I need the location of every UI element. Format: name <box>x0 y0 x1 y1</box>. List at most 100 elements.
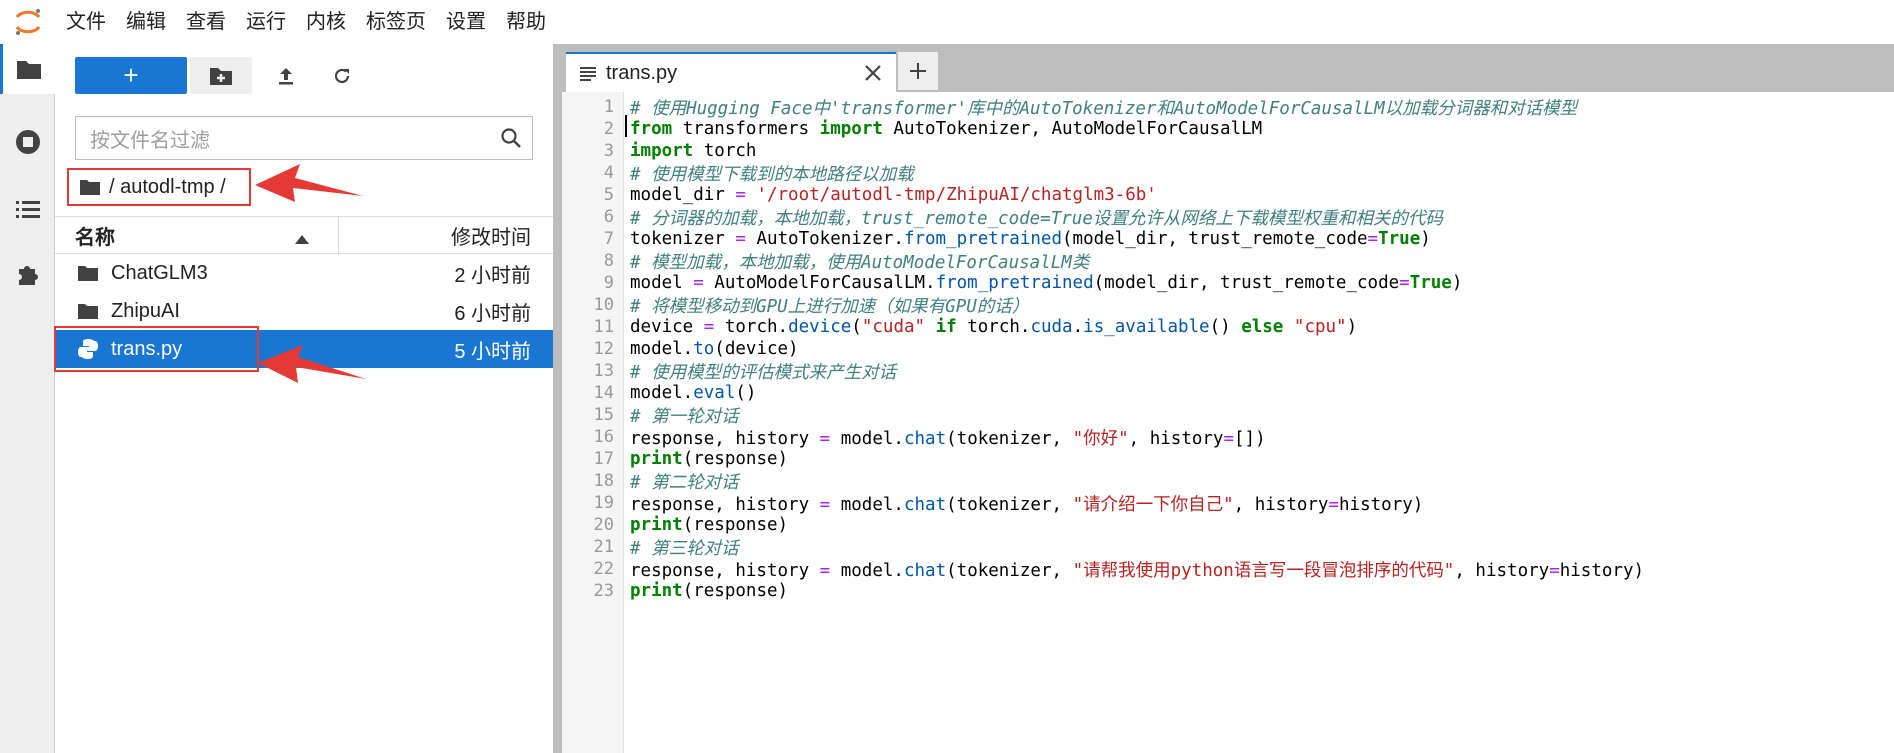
code-line[interactable]: 17 print(response) <box>562 448 1894 470</box>
file-list-header: 名称 修改时间 <box>55 216 553 255</box>
file-filter-input[interactable]: 按文件名过滤 <box>75 116 533 160</box>
code-line[interactable]: 14 model.eval() <box>562 382 1894 404</box>
code-text: response, history = model.chat(tokenizer… <box>630 494 1424 515</box>
tab-label: trans.py <box>606 61 678 84</box>
code-text: print(response) <box>630 449 789 469</box>
line-number: 22 <box>593 559 614 579</box>
line-number: 4 <box>603 163 614 183</box>
code-line[interactable]: 10 # 将模型移动到GPU上进行加速（如果有GPU的话） <box>562 294 1894 317</box>
line-number: 8 <box>603 251 614 271</box>
code-line[interactable]: 8 # 模型加载，本地加载，使用AutoModelForCausalLM类 <box>562 250 1894 273</box>
code-line[interactable]: 21 # 第三轮对话 <box>562 536 1894 559</box>
menu-bar: 文件 编辑 查看 运行 内核 标签页 设置 帮助 <box>0 0 1894 44</box>
code-line[interactable]: 9 model = AutoModelForCausalLM.from_pretr… <box>562 272 1894 294</box>
text-cursor <box>625 115 627 137</box>
toc-icon[interactable] <box>0 184 55 234</box>
line-number: 18 <box>593 471 614 491</box>
code-text: model = AutoModelForCausalLM.from_pretra… <box>630 273 1463 293</box>
menu-file[interactable]: 文件 <box>56 0 116 44</box>
code-line[interactable]: 12 model.to(device) <box>562 338 1894 360</box>
code-text: model_dir = '/root/autodl-tmp/ZhipuAI/ch… <box>630 185 1157 205</box>
menu-help[interactable]: 帮助 <box>496 0 556 44</box>
running-icon[interactable] <box>0 117 55 167</box>
new-launcher-button[interactable]: + <box>75 57 187 94</box>
close-icon[interactable] <box>864 64 882 87</box>
code-line[interactable]: 19 response, history = model.chat(tokeniz… <box>562 492 1894 515</box>
line-number: 10 <box>593 295 614 315</box>
code-line[interactable]: 16 response, history = model.chat(tokeniz… <box>562 426 1894 449</box>
filter-placeholder: 按文件名过滤 <box>90 129 210 152</box>
code-text: # 将模型移动到GPU上进行加速（如果有GPU的话） <box>630 296 1030 317</box>
code-line[interactable]: 15 # 第一轮对话 <box>562 404 1894 427</box>
line-number: 2 <box>603 119 614 139</box>
highlight-box <box>54 326 259 372</box>
line-number: 20 <box>593 515 614 535</box>
add-tab-button[interactable] <box>898 52 938 90</box>
line-number: 6 <box>603 207 614 227</box>
extension-icon[interactable] <box>0 249 55 299</box>
code-line[interactable]: 1 # 使用Hugging Face中'transformer'库中的AutoTo… <box>562 96 1894 119</box>
code-text: # 模型加载，本地加载，使用AutoModelForCausalLM类 <box>630 252 1090 273</box>
menu-kernel[interactable]: 内核 <box>296 0 356 44</box>
menu-edit[interactable]: 编辑 <box>116 0 176 44</box>
new-folder-icon[interactable] <box>190 57 252 94</box>
folder-icon <box>80 180 100 195</box>
sort-ascending-icon[interactable] <box>295 231 309 249</box>
text-file-icon <box>580 66 596 87</box>
line-number: 13 <box>593 361 614 381</box>
refresh-icon[interactable] <box>311 57 373 94</box>
code-text: device = torch.device("cuda" if torch.cu… <box>630 317 1358 337</box>
line-number: 17 <box>593 449 614 469</box>
menu-tabs[interactable]: 标签页 <box>356 0 436 44</box>
code-line[interactable]: 5 model_dir = '/root/autodl-tmp/ZhipuAI/c… <box>562 184 1894 206</box>
code-text: print(response) <box>630 515 789 535</box>
code-line[interactable]: 2 from transformers import AutoTokenizer,… <box>562 118 1894 140</box>
menu-settings[interactable]: 设置 <box>436 0 496 44</box>
folder-icon <box>77 264 99 287</box>
code-line[interactable]: 22 response, history = model.chat(tokeniz… <box>562 558 1894 581</box>
file-modified: 5 小时前 <box>454 340 531 363</box>
breadcrumb[interactable]: / autodl-tmp / <box>67 168 251 206</box>
line-number: 1 <box>603 97 614 117</box>
tab-bar: trans.py <box>562 44 1894 92</box>
jupyter-logo-icon <box>0 0 56 44</box>
activity-bar <box>0 44 55 753</box>
code-text: # 分词器的加载，本地加载，trust_remote_code=True设置允许… <box>630 208 1443 229</box>
line-number: 23 <box>593 581 614 601</box>
code-line[interactable]: 3 import torch <box>562 140 1894 162</box>
code-line[interactable]: 4 # 使用模型下载到的本地路径以加载 <box>562 162 1894 185</box>
panel-splitter[interactable] <box>553 44 562 753</box>
file-name: ChatGLM3 <box>111 261 208 284</box>
code-line[interactable]: 18 # 第二轮对话 <box>562 470 1894 493</box>
code-line[interactable]: 7 tokenizer = AutoTokenizer.from_pretrain… <box>562 228 1894 250</box>
column-modified-header[interactable]: 修改时间 <box>451 221 531 250</box>
code-line[interactable]: 20 print(response) <box>562 514 1894 536</box>
code-line[interactable]: 11 device = torch.device("cuda" if torch.… <box>562 316 1894 338</box>
code-text: # 使用模型的评估模式来产生对话 <box>630 362 897 383</box>
code-text: print(response) <box>630 581 789 601</box>
line-number: 5 <box>603 185 614 205</box>
code-editor[interactable]: 1 # 使用Hugging Face中'transformer'库中的AutoTo… <box>562 92 1894 753</box>
folder-icon[interactable] <box>0 44 55 94</box>
line-number: 14 <box>593 383 614 403</box>
menu-run[interactable]: 运行 <box>236 0 296 44</box>
code-text: tokenizer = AutoTokenizer.from_pretraine… <box>630 229 1431 249</box>
code-text: # 使用模型下载到的本地路径以加载 <box>630 164 914 185</box>
tab-trans-py[interactable]: trans.py <box>566 52 896 92</box>
file-modified: 6 小时前 <box>454 302 531 325</box>
code-line[interactable]: 23 print(response) <box>562 580 1894 602</box>
file-row-zhipuai[interactable]: ZhipuAI 6 小时前 <box>55 292 553 330</box>
file-browser: + 按文件名过滤 / autodl-tmp / 名称 修改时间 ChatGLM3 <box>54 44 553 753</box>
menu-view[interactable]: 查看 <box>176 0 236 44</box>
column-name-header[interactable]: 名称 <box>75 221 115 250</box>
line-number: 15 <box>593 405 614 425</box>
breadcrumb-path: / autodl-tmp / <box>109 175 226 198</box>
upload-icon[interactable] <box>255 57 317 94</box>
code-line[interactable]: 13 # 使用模型的评估模式来产生对话 <box>562 360 1894 383</box>
column-divider[interactable] <box>338 217 339 255</box>
file-row-chatglm3[interactable]: ChatGLM3 2 小时前 <box>55 254 553 292</box>
code-line[interactable]: 6 # 分词器的加载，本地加载，trust_remote_code=True设置允… <box>562 206 1894 229</box>
line-number: 12 <box>593 339 614 359</box>
line-number: 9 <box>603 273 614 293</box>
file-modified: 2 小时前 <box>454 264 531 287</box>
